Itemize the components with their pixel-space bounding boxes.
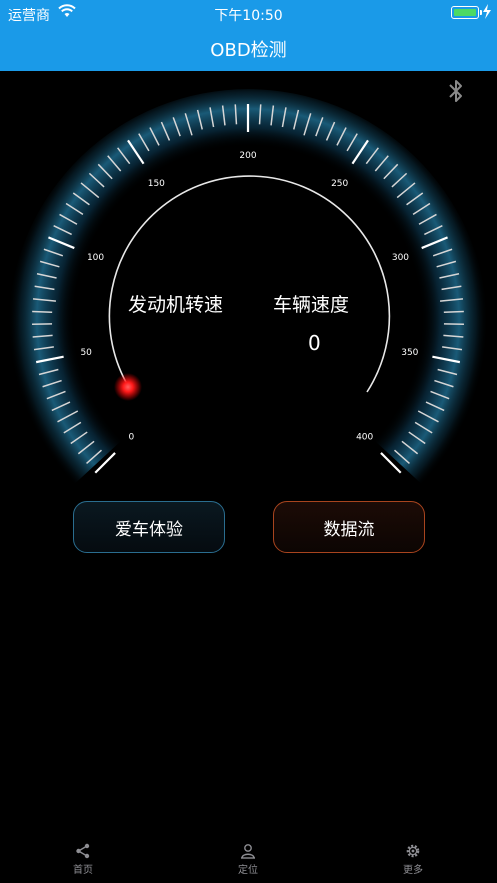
inner-arc bbox=[108, 175, 391, 393]
gear-icon bbox=[406, 844, 420, 858]
share-icon bbox=[76, 843, 90, 859]
gauge-glow bbox=[8, 89, 488, 489]
speed-label: 车辆速度 bbox=[273, 294, 350, 316]
tab-bar: 首页 定位 更多 bbox=[0, 835, 497, 883]
data-stream-button[interactable]: 数据流 bbox=[273, 501, 425, 553]
minor-tick bbox=[443, 310, 464, 314]
car-experience-button[interactable]: 爱车体验 bbox=[73, 501, 225, 553]
gauge-scale-label: 400 bbox=[356, 433, 373, 443]
gauge-scale-label: 100 bbox=[87, 253, 104, 263]
nav-bar: OBD检测 bbox=[0, 26, 497, 71]
gauge-scale-label: 350 bbox=[401, 348, 418, 358]
status-bar: 运营商 下午10:50 bbox=[0, 0, 497, 26]
tab-home-label: 首页 bbox=[73, 865, 93, 876]
page-title: OBD检测 bbox=[210, 40, 287, 61]
charging-icon bbox=[483, 4, 491, 19]
location-person-icon bbox=[241, 844, 255, 859]
tab-more[interactable]: 更多 bbox=[383, 843, 443, 876]
gauge-scale-label: 0 bbox=[128, 433, 134, 443]
speed-gauge: 0 50 100 150 200 250 300 350 400 bbox=[8, 89, 488, 489]
gauge-scale-label: 200 bbox=[239, 151, 256, 161]
tab-location-label: 定位 bbox=[238, 865, 258, 876]
tab-location[interactable]: 定位 bbox=[218, 843, 278, 876]
tab-home[interactable]: 首页 bbox=[53, 843, 113, 876]
gauge-scale-label: 150 bbox=[148, 179, 165, 189]
needle-dot bbox=[114, 373, 142, 401]
battery-icon bbox=[451, 6, 482, 19]
rpm-label: 发动机转速 bbox=[128, 294, 224, 316]
gauge-scale-label: 50 bbox=[80, 348, 92, 358]
clock: 下午10:50 bbox=[214, 8, 283, 24]
tab-more-label: 更多 bbox=[403, 865, 423, 876]
speed-value: 0 bbox=[308, 331, 321, 355]
gauge-scale-label: 250 bbox=[331, 179, 348, 189]
gauge-scale-label: 300 bbox=[392, 253, 409, 263]
minor-tick bbox=[32, 310, 53, 314]
